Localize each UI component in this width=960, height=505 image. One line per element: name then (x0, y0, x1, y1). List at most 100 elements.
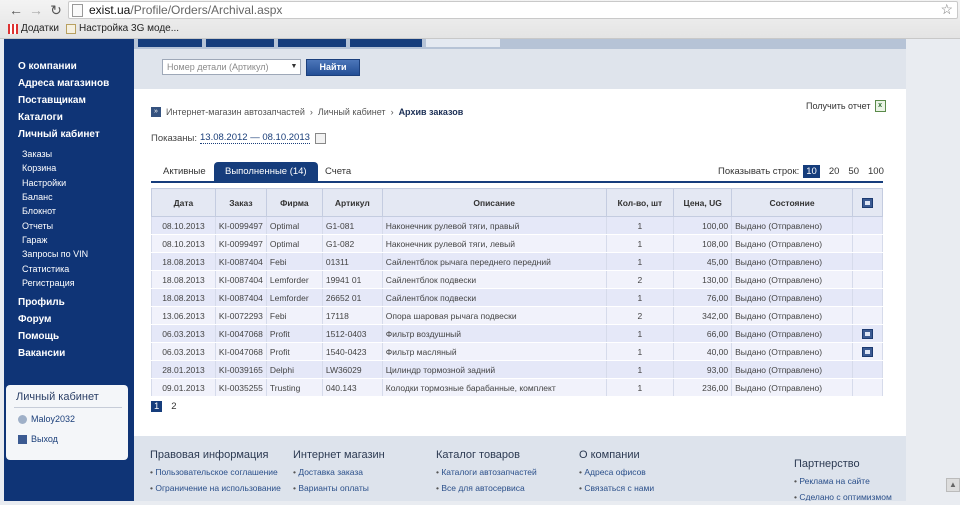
table-row[interactable]: 08.10.2013 KI-0099497 Optimal G1-082 Наконеч… (151, 234, 884, 253)
sidebar-item-profile[interactable]: Профиль (18, 297, 65, 308)
cell-order[interactable]: KI-0072293 (214, 306, 267, 325)
top-nav-tab[interactable] (278, 39, 346, 47)
sidebar-item-vacancies[interactable]: Вакансии (18, 348, 65, 359)
sidebar-item-cabinet[interactable]: Личный кабинет (18, 129, 100, 140)
cell-description: Опора шаровая рычага подвески (381, 306, 607, 325)
column-header-print[interactable] (851, 188, 884, 217)
top-nav-tab-vin[interactable] (426, 39, 500, 47)
page-2-link[interactable]: 2 (168, 401, 179, 412)
column-header-price[interactable]: Цена, UG (673, 188, 733, 217)
rows-option-10[interactable]: 10 (803, 165, 820, 178)
sidebar-item-forum[interactable]: Форум (18, 314, 51, 325)
table-row[interactable]: 18.08.2013 KI-0087404 Febi 01311 Сайлентблок… (151, 252, 884, 271)
back-arrow-icon[interactable]: ← (8, 2, 24, 18)
footer-link[interactable]: Пользовательское соглашение (150, 467, 281, 477)
table-row[interactable]: 06.03.2013 KI-0047068 Profit 1540-0423 Фильт… (151, 342, 884, 361)
footer-link[interactable]: Каталоги автозапчастей (436, 467, 536, 477)
address-bar[interactable]: exist.ua/Profile/Orders/Archival.aspx ☆ (68, 1, 958, 19)
table-row[interactable]: 18.08.2013 KI-0087404 Lemforder 19941 01 Сай… (151, 270, 884, 289)
sidebar-subitem-garage[interactable]: Гараж (22, 235, 47, 245)
tab-invoices[interactable]: Счета (325, 162, 351, 181)
sidebar-subitem-reports[interactable]: Отчеты (22, 221, 53, 231)
footer-link[interactable]: Варианты оплаты (293, 483, 385, 493)
footer-link[interactable]: Адреса офисов (579, 467, 654, 477)
cabinet-user-link[interactable]: Maloy2032 (18, 414, 75, 424)
calendar-icon[interactable] (314, 132, 326, 144)
sidebar-subitem-statistics[interactable]: Статистика (22, 264, 69, 274)
breadcrumb-shop[interactable]: Интернет-магазин автозапчастей (166, 107, 305, 117)
print-icon[interactable] (861, 346, 873, 357)
cell-brand: Profit (265, 342, 323, 361)
page-1-link[interactable]: 1 (151, 401, 163, 412)
print-icon[interactable] (861, 328, 873, 339)
column-header-order[interactable]: Заказ (214, 188, 267, 217)
part-number-search-input[interactable]: Номер детали (Артикул) ▼ (162, 59, 301, 75)
get-report-link[interactable]: Получить отчет x (806, 100, 886, 112)
cell-status: Выдано (Отправлено) (731, 252, 853, 271)
reload-icon[interactable]: ↻ (48, 2, 64, 18)
cell-order[interactable]: KI-0087404 (214, 288, 267, 307)
scroll-up-icon[interactable]: ▲ (946, 478, 960, 492)
search-button[interactable]: Найти (306, 59, 360, 76)
tab-completed[interactable]: Выполненные (14) (214, 162, 318, 181)
cell-order[interactable]: KI-0087404 (214, 270, 267, 289)
cell-order[interactable]: KI-0047068 (214, 324, 267, 343)
sidebar-subitem-cart[interactable]: Корзина (22, 163, 56, 173)
footer-link[interactable]: Связаться с нами (579, 483, 654, 493)
column-header-status[interactable]: Состояние (731, 188, 853, 217)
tab-active[interactable]: Активные (163, 162, 206, 181)
cell-quantity: 1 (605, 324, 675, 343)
table-row[interactable]: 18.08.2013 KI-0087404 Lemforder 26652 01 Сай… (151, 288, 884, 307)
footer-link[interactable]: Сделано с оптимизмом (794, 492, 892, 501)
column-header-quantity[interactable]: Кол-во, шт (605, 188, 675, 217)
sidebar-subitem-notepad[interactable]: Блокнот (22, 206, 56, 216)
footer-link[interactable]: Ограничение на использование (150, 483, 280, 493)
cell-date: 18.08.2013 (151, 288, 216, 307)
bookmark-3g-settings[interactable]: Настройка 3G моде... (66, 23, 179, 34)
table-row[interactable]: 28.01.2013 KI-0039165 Delphi LW36029 Цилиндр… (151, 360, 884, 379)
sidebar-item-suppliers[interactable]: Поставщикам (18, 95, 86, 106)
rows-option-100[interactable]: 100 (868, 166, 884, 177)
sidebar-subitem-settings[interactable]: Настройки (22, 178, 66, 188)
column-header-article[interactable]: Артикул (321, 188, 383, 217)
footer-link[interactable]: Доставка заказа (293, 467, 385, 477)
table-row[interactable]: 06.03.2013 KI-0047068 Profit 1512-0403 Фильт… (151, 324, 884, 343)
cell-order[interactable]: KI-0047068 (214, 342, 267, 361)
date-range-link[interactable]: 13.08.2012 — 08.10.2013 (200, 132, 310, 144)
footer-link[interactable]: Реклама на сайте (794, 476, 892, 486)
sidebar-subitem-orders[interactable]: Заказы (22, 149, 52, 159)
top-nav-tab[interactable] (206, 39, 274, 47)
sidebar-item-catalogs[interactable]: Каталоги (18, 112, 63, 123)
cell-price: 108,00 (673, 234, 733, 253)
column-header-brand[interactable]: Фирма (265, 188, 323, 217)
cell-price: 342,00 (673, 306, 733, 325)
sidebar-item-help[interactable]: Помощь (18, 331, 59, 342)
sidebar-subitem-balance[interactable]: Баланс (22, 192, 53, 202)
table-row[interactable]: 09.01.2013 KI-0035255 Trusting 040.143 Колод… (151, 378, 884, 397)
sidebar-item-about[interactable]: О компании (18, 61, 77, 72)
cell-order[interactable]: KI-0099497 (214, 216, 267, 235)
logout-link[interactable]: Выход (18, 434, 58, 444)
bookmark-star-icon[interactable]: ☆ (940, 1, 953, 18)
cell-order[interactable]: KI-0039165 (214, 360, 267, 379)
forward-arrow-icon[interactable]: → (28, 2, 44, 18)
cell-order[interactable]: KI-0087404 (214, 252, 267, 271)
breadcrumb-cabinet[interactable]: Личный кабинет (318, 107, 386, 117)
table-row[interactable]: 08.10.2013 KI-0099497 Optimal G1-081 Наконеч… (151, 216, 884, 235)
rows-option-20[interactable]: 20 (829, 166, 840, 177)
sidebar-subitem-registration[interactable]: Регистрация (22, 278, 75, 288)
column-header-description[interactable]: Описание (381, 188, 607, 217)
sidebar-item-store-addresses[interactable]: Адреса магазинов (18, 78, 109, 89)
cell-order[interactable]: KI-0035255 (214, 378, 267, 397)
url-text: exist.ua/Profile/Orders/Archival.aspx (89, 3, 283, 17)
bookmark-apps[interactable]: Додатки (8, 23, 59, 34)
footer-link[interactable]: Все для автосервиса (436, 483, 537, 493)
chevron-down-icon[interactable]: ▼ (288, 60, 300, 74)
top-nav-tab[interactable] (138, 39, 202, 47)
cell-order[interactable]: KI-0099497 (214, 234, 267, 253)
top-nav-tab[interactable] (350, 39, 422, 47)
rows-option-50[interactable]: 50 (848, 166, 859, 177)
table-row[interactable]: 13.06.2013 KI-0072293 Febi 17118 Опора шаров… (151, 306, 884, 325)
column-header-date[interactable]: Дата (151, 188, 216, 217)
sidebar-subitem-vin-requests[interactable]: Запросы по VIN (22, 249, 88, 259)
